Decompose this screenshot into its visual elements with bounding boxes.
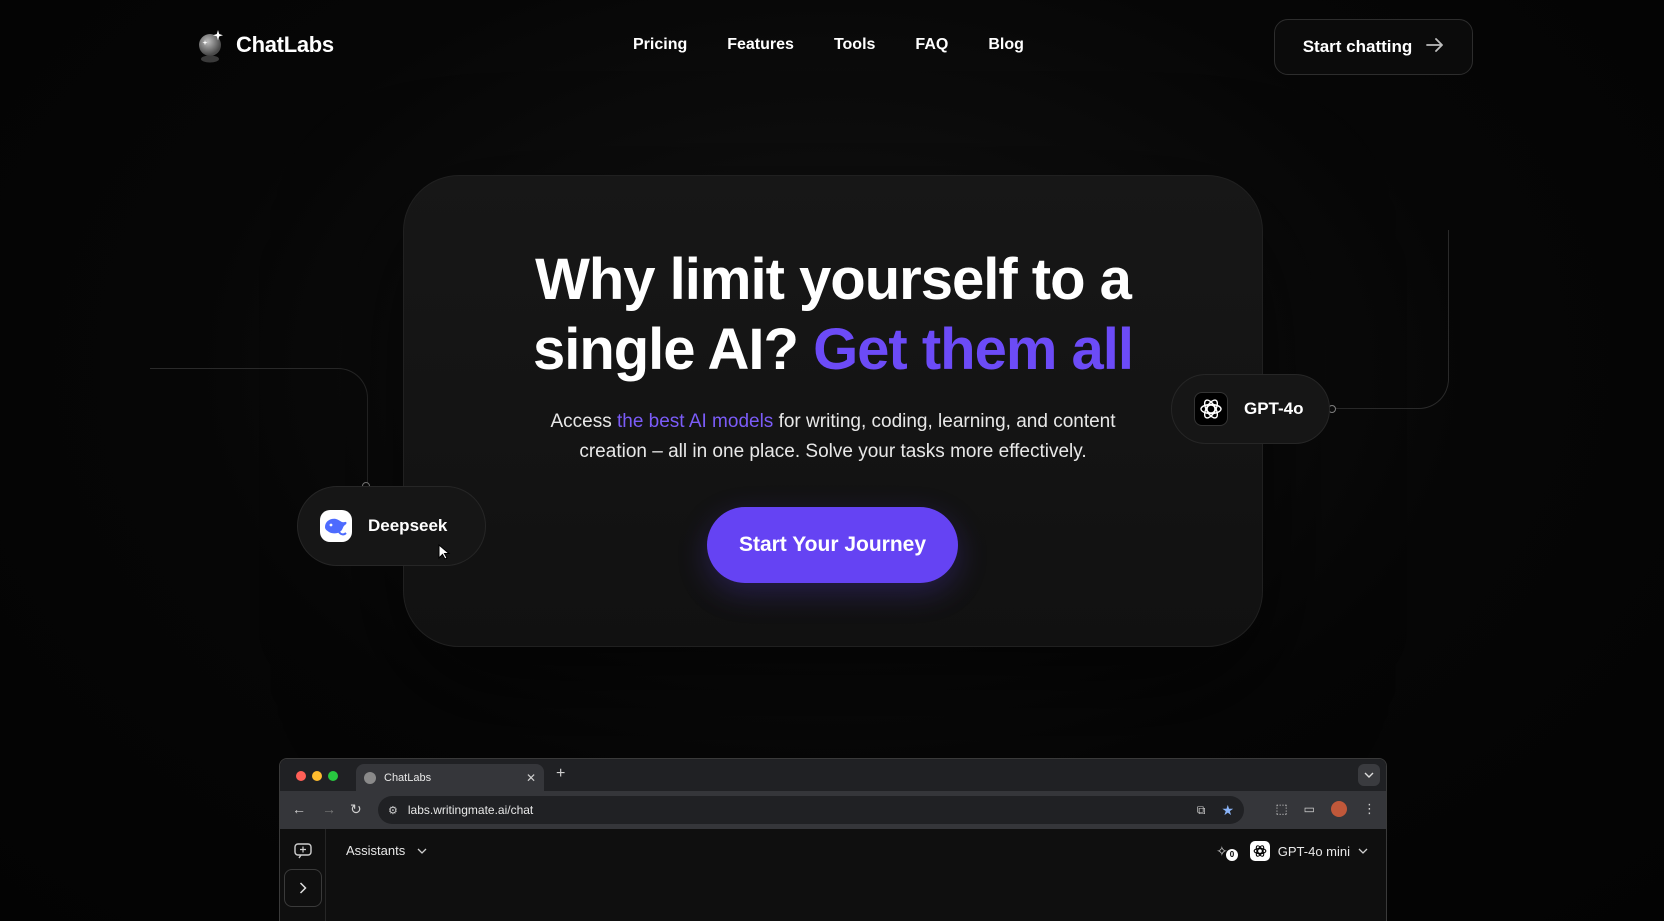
cursor-icon [438,543,452,565]
landing-page: ChatLabs Pricing Features Tools FAQ Blog… [0,0,1664,921]
start-chatting-button[interactable]: Start chatting [1274,19,1473,75]
brand-logo[interactable]: ChatLabs [196,28,334,63]
reload-icon[interactable]: ↻ [350,801,362,818]
cast-icon[interactable]: ▭ [1304,802,1315,816]
headline-line-1: Why limit yourself to a [535,247,1132,312]
assistants-dropdown[interactable]: Assistants [346,843,427,858]
nav-item-tools[interactable]: Tools [834,36,875,54]
favicon-icon [364,771,376,784]
open-external-icon[interactable]: ⧉ [1197,803,1206,818]
model-selector[interactable]: ✧ 0 GPT-4o mini [1216,841,1368,861]
expand-sidebar-button[interactable] [284,869,322,907]
nav-item-faq[interactable]: FAQ [915,36,948,54]
headline-accent: Get them all [813,317,1134,382]
best-models-link[interactable]: the best AI models [617,411,773,432]
tab-title: ChatLabs [384,771,432,784]
main-nav: Pricing Features Tools FAQ Blog [633,36,1024,54]
headline-line-2: single AI? [532,317,814,382]
openai-model-icon [1249,841,1270,861]
assistants-label: Assistants [346,843,406,858]
crystal-ball-icon [196,28,226,63]
gpt4o-model-pill[interactable]: GPT-4o [1171,374,1330,444]
nav-item-pricing[interactable]: Pricing [633,36,687,54]
connector-line-right [1334,230,1449,409]
app-sidebar [280,829,326,921]
openai-icon [1194,392,1228,426]
hero-headline: Why limit yourself to a single AI? Get t… [403,245,1263,385]
brand-name: ChatLabs [236,32,334,57]
hero-subtitle: Access the best AI models for writing, c… [403,407,1263,467]
subtitle-line-2: creation – all in one place. Solve your … [579,441,1087,462]
more-menu-icon[interactable]: ⋮ [1363,801,1376,817]
url-text: labs.writingmate.ai/chat [407,803,534,817]
plugin-count-badge: 0 [1226,848,1239,861]
site-settings-icon[interactable]: ⚙ [388,804,398,817]
plugin-icon[interactable]: ✧ 0 [1216,843,1239,861]
window-minimize-icon[interactable] [312,771,322,781]
chevron-down-icon [1358,848,1368,854]
subtitle-line-1: for writing, coding, learning, and conte… [773,411,1116,432]
browser-extension-area: ⬚ ▭ ⋮ [1275,801,1376,817]
chat-app-area: Assistants ✧ 0 GPT-4o mini [280,829,1386,921]
chevron-down-icon [417,848,427,854]
address-bar[interactable]: ⚙ labs.writingmate.ai/chat ⧉ ★ [378,796,1244,824]
window-close-icon[interactable] [296,771,306,781]
forward-arrow-icon[interactable]: → [322,801,336,817]
deepseek-whale-icon [320,510,352,542]
omnibox-actions: ⧉ ★ [1197,802,1234,819]
nav-item-features[interactable]: Features [727,36,794,54]
tab-close-icon[interactable]: ✕ [526,771,536,785]
subtitle-prefix: Access [550,411,617,432]
start-chatting-label: Start chatting [1302,37,1413,56]
bookmark-star-icon[interactable]: ★ [1221,802,1234,819]
profile-avatar[interactable] [1331,801,1347,817]
tab-search-chevron-icon[interactable] [1358,764,1380,786]
chevron-right-icon [299,882,307,894]
model-label: GPT-4o mini [1277,843,1350,859]
start-journey-button[interactable]: Start Your Journey [707,507,958,583]
nav-item-blog[interactable]: Blog [988,36,1024,54]
deepseek-label: Deepseek [368,516,448,535]
gpt4o-label: GPT-4o [1244,399,1304,418]
browser-mockup: ChatLabs ✕ + ← → ↻ ⚙ labs.writingmate.ai… [279,758,1387,921]
new-chat-icon[interactable] [294,843,312,864]
new-tab-icon[interactable]: + [556,765,565,783]
connector-line-left [150,368,368,486]
browser-toolbar: ← → ↻ ⚙ labs.writingmate.ai/chat ⧉ ★ ⬚ ▭… [280,791,1386,829]
browser-tab-bar: ChatLabs ✕ + [280,759,1386,791]
extensions-puzzle-icon[interactable]: ⬚ [1275,801,1287,817]
window-maximize-icon[interactable] [328,771,338,781]
browser-tab-chatlabs[interactable]: ChatLabs ✕ [356,764,544,791]
arrow-right-icon [1426,37,1444,57]
back-arrow-icon[interactable]: ← [292,801,306,817]
deepseek-model-pill[interactable]: Deepseek [297,486,486,566]
